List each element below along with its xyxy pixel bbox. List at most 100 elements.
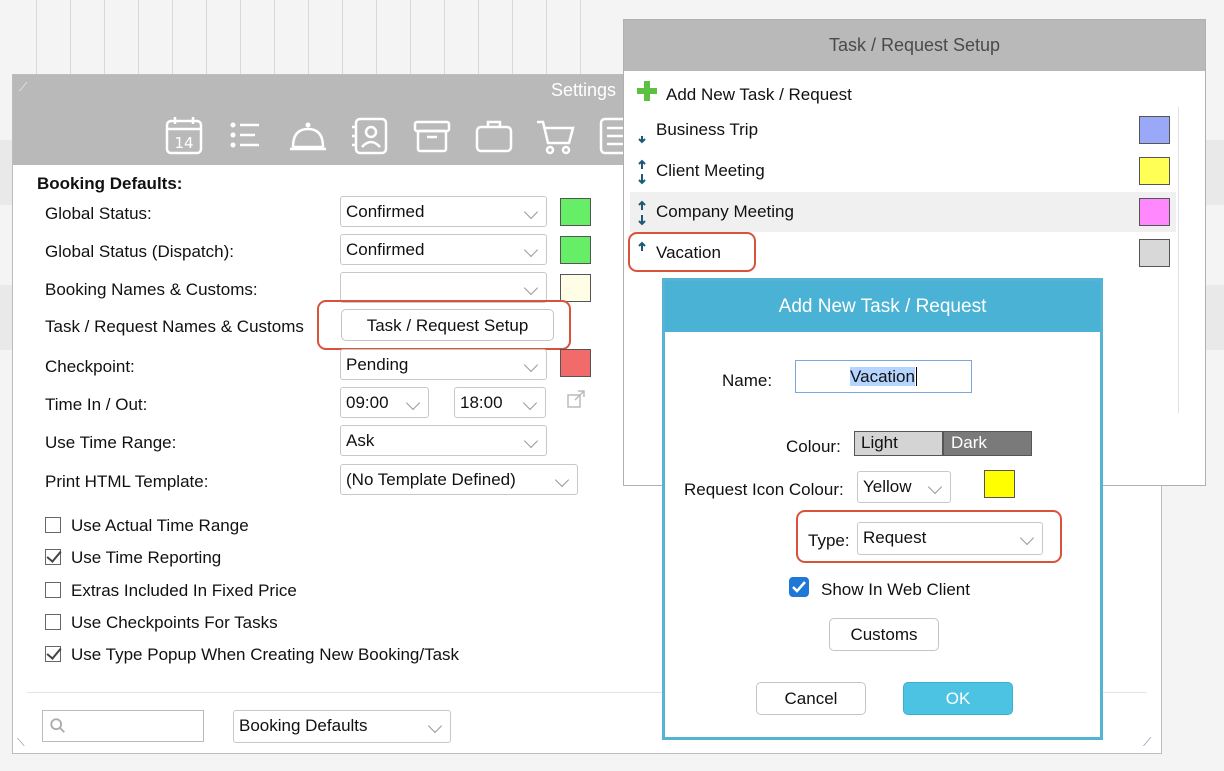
name-input-value: Vacation <box>850 367 915 386</box>
chevron-down-icon <box>522 395 538 411</box>
checkbox-box[interactable] <box>45 549 61 565</box>
task-item-color-swatch[interactable] <box>1139 157 1170 185</box>
checkbox-label: Use Checkpoints For Tasks <box>71 613 278 632</box>
checkbox-box[interactable] <box>45 517 61 533</box>
task-item[interactable]: Client Meeting <box>630 151 1176 191</box>
print-html-template-select[interactable]: (No Template Defined) <box>340 464 578 495</box>
briefcase-icon[interactable] <box>473 115 515 157</box>
add-new-task-request-link[interactable]: Add New Task / Request <box>666 85 852 105</box>
resize-grip-icon[interactable]: ⟍ <box>17 737 25 750</box>
show-in-web-client-checkbox[interactable] <box>789 577 809 597</box>
name-label: Name: <box>722 371 773 390</box>
colour-dark-option[interactable]: Dark <box>943 431 1032 456</box>
global-status-value: Confirmed <box>346 202 425 221</box>
checkbox-label: Use Type Popup When Creating New Booking… <box>71 645 460 664</box>
add-plus-icon[interactable] <box>636 80 658 102</box>
list-scrollbar-track[interactable] <box>1178 107 1179 413</box>
bell-icon[interactable] <box>287 115 329 157</box>
booking-names-select[interactable] <box>340 272 547 303</box>
task-item-label: Client Meeting <box>656 161 765 180</box>
calendar-icon[interactable]: 14 <box>163 115 205 157</box>
use-type-popup-checkbox[interactable]: Use Type Popup When Creating New Booking… <box>45 645 459 665</box>
highlight-task-request-setup <box>317 300 571 350</box>
settings-search-input[interactable] <box>42 710 204 742</box>
chevron-down-icon <box>427 718 443 734</box>
task-item-label: Business Trip <box>656 120 759 139</box>
use-checkpoints-checkbox[interactable]: Use Checkpoints For Tasks <box>45 613 278 633</box>
task-item-color-swatch[interactable] <box>1139 116 1170 144</box>
chevron-down-icon <box>523 357 539 373</box>
checkbox-box[interactable] <box>45 582 61 598</box>
task-item[interactable]: Company Meeting <box>630 192 1176 232</box>
highlight-vacation-item <box>628 232 756 272</box>
print-html-template-label: Print HTML Template: <box>45 472 209 491</box>
booking-names-color-swatch[interactable] <box>560 274 591 302</box>
settings-section-value: Booking Defaults <box>239 716 368 735</box>
global-status-label: Global Status: <box>45 204 152 223</box>
customs-button[interactable]: Customs <box>829 618 939 651</box>
checkpoint-color-swatch[interactable] <box>560 349 591 377</box>
checkpoint-value: Pending <box>346 355 409 374</box>
time-in-select[interactable]: 09:00 <box>340 387 429 418</box>
request-icon-colour-swatch[interactable] <box>984 470 1015 498</box>
use-time-range-label: Use Time Range: <box>45 433 177 452</box>
time-in-value: 09:00 <box>346 393 389 412</box>
colour-light-option[interactable]: Light <box>854 431 943 456</box>
checkbox-box[interactable] <box>45 646 61 662</box>
check-icon <box>792 581 806 593</box>
time-out-select[interactable]: 18:00 <box>454 387 546 418</box>
task-item-label: Company Meeting <box>656 202 794 221</box>
request-icon-colour-select[interactable]: Yellow <box>857 471 951 503</box>
task-request-arrows-icon <box>638 159 646 185</box>
task-item[interactable]: Business Trip <box>630 110 1176 150</box>
window-grip-icon[interactable]: ⟋ <box>19 80 27 95</box>
request-arrow-icon <box>638 136 646 144</box>
notes-icon[interactable] <box>597 115 623 157</box>
cart-icon[interactable] <box>535 115 577 157</box>
checkbox-label: Use Actual Time Range <box>71 516 249 535</box>
global-status-color-swatch[interactable] <box>560 198 591 226</box>
chevron-down-icon <box>405 395 421 411</box>
request-icon-colour-value: Yellow <box>863 477 912 496</box>
add-task-request-dialog: Add New Task / Request Name: Vacation Co… <box>662 278 1103 740</box>
chevron-down-icon <box>523 280 539 296</box>
settings-section-select[interactable]: Booking Defaults <box>233 710 451 743</box>
checkbox-box[interactable] <box>45 614 61 630</box>
use-time-reporting-checkbox[interactable]: Use Time Reporting <box>45 548 221 568</box>
use-time-range-select[interactable]: Ask <box>340 425 547 456</box>
resize-grip-icon-right[interactable]: ⟋ <box>1143 735 1151 750</box>
use-actual-time-range-checkbox[interactable]: Use Actual Time Range <box>45 516 249 536</box>
global-status-dispatch-select[interactable]: Confirmed <box>340 234 547 265</box>
extras-included-checkbox[interactable]: Extras Included In Fixed Price <box>45 581 297 601</box>
section-booking-defaults: Booking Defaults: <box>37 174 183 193</box>
ok-button[interactable]: OK <box>903 682 1013 715</box>
task-request-arrows-icon <box>638 200 646 226</box>
name-input[interactable]: Vacation <box>795 360 972 393</box>
global-status-dispatch-color-swatch[interactable] <box>560 236 591 264</box>
contacts-icon[interactable] <box>349 115 391 157</box>
list-icon[interactable] <box>225 115 267 157</box>
global-status-dispatch-label: Global Status (Dispatch): <box>45 242 234 261</box>
booking-names-label: Booking Names & Customs: <box>45 280 258 299</box>
time-in-out-label: Time In / Out: <box>45 395 148 414</box>
chevron-down-icon <box>523 242 539 258</box>
calendar-icon-day: 14 <box>174 134 193 152</box>
settings-title: Settings <box>551 80 617 100</box>
request-icon-colour-label: Request Icon Colour: <box>684 480 844 499</box>
time-out-value: 18:00 <box>460 393 503 412</box>
task-item-color-swatch[interactable] <box>1139 239 1170 267</box>
show-in-web-client-label: Show In Web Client <box>821 580 970 599</box>
global-status-dispatch-value: Confirmed <box>346 240 425 259</box>
archive-icon[interactable] <box>411 115 453 157</box>
chevron-down-icon <box>523 204 539 220</box>
use-time-range-value: Ask <box>346 431 375 450</box>
external-link-icon[interactable] <box>566 389 586 409</box>
cancel-button[interactable]: Cancel <box>756 682 866 715</box>
checkpoint-select[interactable]: Pending <box>340 349 547 380</box>
chevron-down-icon <box>927 479 943 495</box>
print-html-template-value: (No Template Defined) <box>346 470 516 489</box>
task-request-names-label: Task / Request Names & Customs <box>45 317 304 336</box>
global-status-select[interactable]: Confirmed <box>340 196 547 227</box>
task-item-color-swatch[interactable] <box>1139 198 1170 226</box>
checkpoint-label: Checkpoint: <box>45 357 135 376</box>
